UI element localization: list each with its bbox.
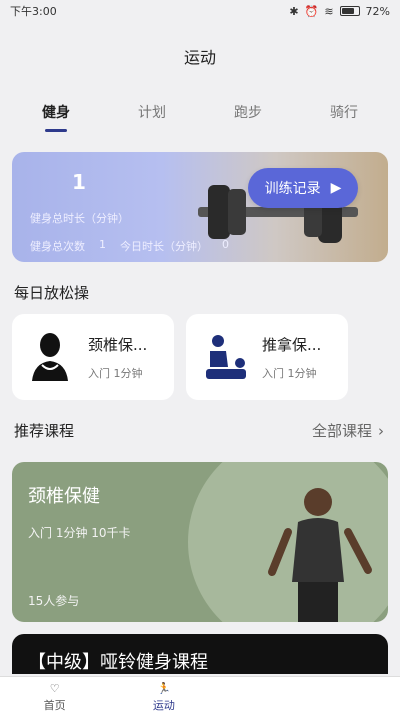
training-record-button[interactable]: 训练记录 ▶ <box>248 168 358 208</box>
total-duration-label: 健身总时长（分钟） <box>30 212 129 225</box>
wifi-icon: ≋ <box>324 4 334 18</box>
play-arrow-icon: ▶ <box>330 180 342 196</box>
course-meta: 入门 1分钟 10千卡 <box>28 526 131 540</box>
tab-running[interactable]: 跑步 <box>224 94 272 130</box>
relax-card-massage[interactable]: 推拿保... 入门 1分钟 <box>186 314 348 400</box>
nav-home[interactable]: ♡ 首页 <box>44 682 66 713</box>
relax-card-title: 颈椎保... <box>88 335 148 354</box>
daily-relax-title: 每日放松操 <box>14 284 90 302</box>
total-duration-value: 1 <box>72 170 86 194</box>
relax-card-meta: 入门 1分钟 <box>88 366 143 380</box>
all-courses-label: 全部课程 <box>311 422 372 440</box>
nav-sports-label: 运动 <box>152 699 175 712</box>
chevron-right-icon: › <box>378 421 384 440</box>
relax-card-meta: 入门 1分钟 <box>262 366 317 380</box>
status-icons: ✱ ⏰ ≋ 72% <box>289 5 390 18</box>
bluetooth-icon: ✱ <box>289 4 299 18</box>
battery-icon <box>339 6 360 16</box>
training-record-label: 训练记录 <box>264 181 321 197</box>
recommended-title: 推荐课程 <box>14 422 75 440</box>
massage-icon <box>206 335 246 379</box>
bottom-nav: ♡ 首页 🏃 运动 · · <box>0 676 400 718</box>
tab-bar: 健身 计划 跑步 骑行 <box>0 90 400 134</box>
page-header: 运动 <box>0 22 400 90</box>
total-count-label: 健身总次数 <box>30 240 85 253</box>
relax-card-neck[interactable]: 颈椎保... 入门 1分钟 <box>12 314 174 400</box>
course-card-neck[interactable]: 颈椎保健 入门 1分钟 10千卡 15人参与 <box>12 462 388 622</box>
status-bar: 下午3:00 ✱ ⏰ ≋ 72% <box>0 0 400 22</box>
page-title: 运动 <box>183 48 216 67</box>
course-title: 【中级】哑铃健身课程 <box>28 652 208 673</box>
running-icon: 🏃 <box>157 682 171 695</box>
nav-sports[interactable]: 🏃 运动 <box>153 682 175 713</box>
athlete-image <box>268 488 372 622</box>
relax-card-neck-text: 颈椎保... 入门 1分钟 <box>88 334 147 381</box>
total-count-value: 1 <box>99 238 106 251</box>
relax-card-title: 推拿保... <box>262 335 322 354</box>
tab-plan[interactable]: 计划 <box>128 94 176 130</box>
neck-icon <box>32 333 68 381</box>
tab-cycling[interactable]: 骑行 <box>320 94 368 130</box>
tab-fitness[interactable]: 健身 <box>32 94 80 130</box>
course-title: 颈椎保健 <box>28 486 100 507</box>
relax-card-massage-text: 推拿保... 入门 1分钟 <box>262 334 321 381</box>
heart-icon: ♡ <box>49 682 60 695</box>
course-participants: 15人参与 <box>28 594 80 608</box>
battery-level: 72% <box>365 4 390 18</box>
course-card-dumbbell[interactable]: 【中级】哑铃健身课程 <box>12 634 388 674</box>
nav-home-label: 首页 <box>43 699 66 712</box>
all-courses-link[interactable]: 全部课程 › <box>312 420 384 441</box>
status-time: 下午3:00 <box>10 5 57 18</box>
alarm-icon: ⏰ <box>304 4 319 18</box>
